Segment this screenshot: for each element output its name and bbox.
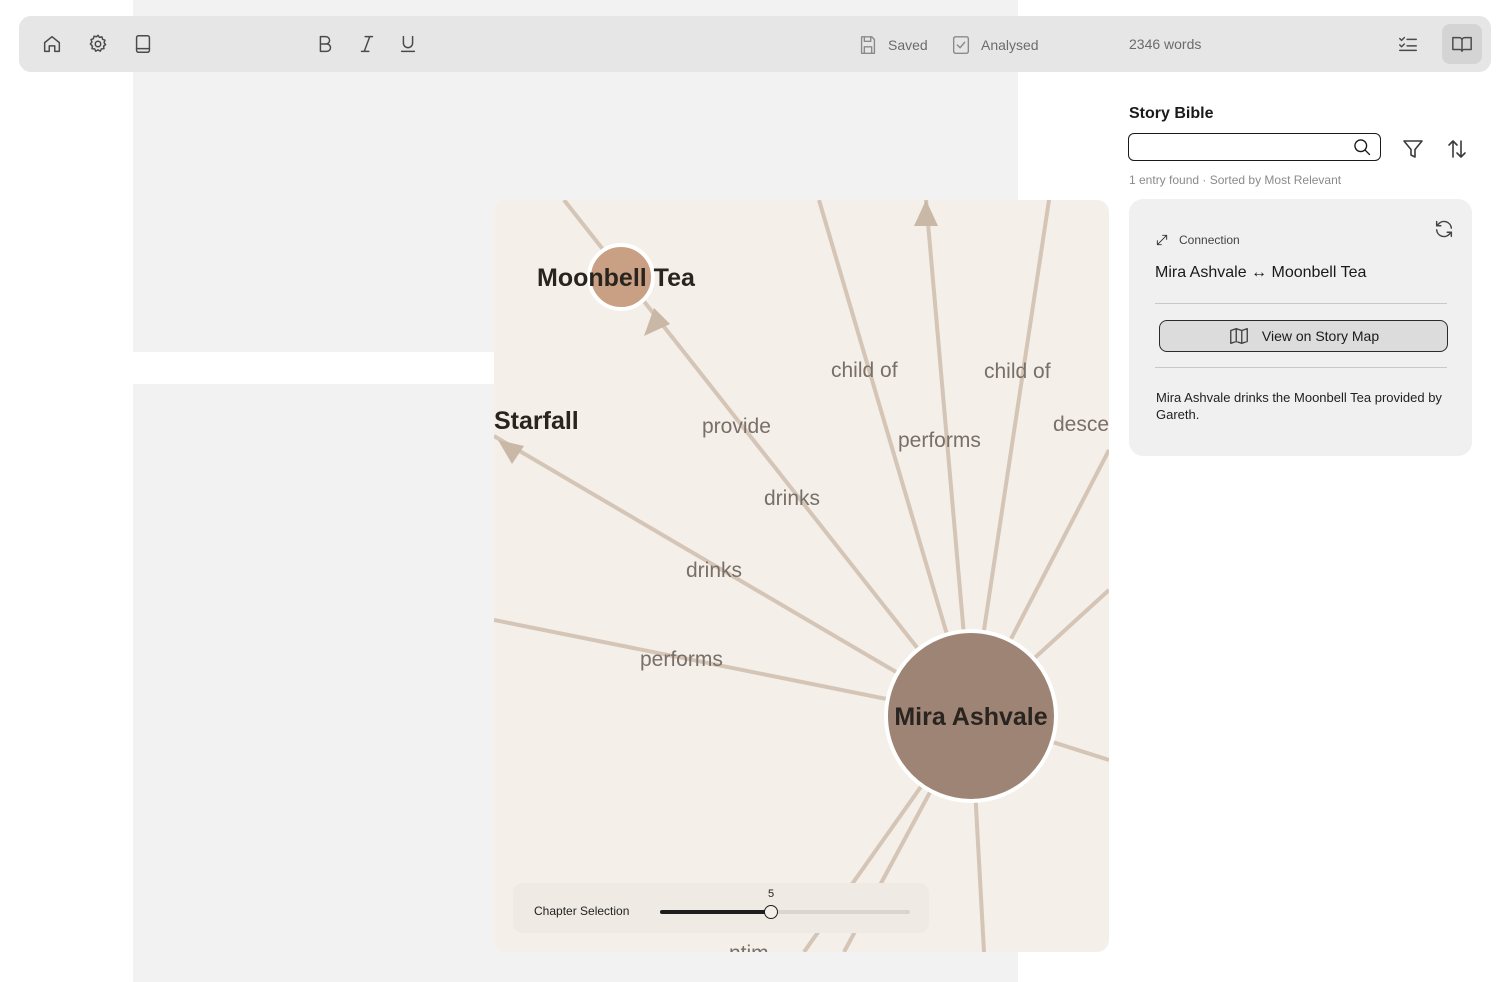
bold-button[interactable] [305,24,345,64]
italic-icon [360,35,374,53]
story-map-panel[interactable]: child of child of provide performs desce… [494,200,1109,952]
sort-icon [1448,140,1466,158]
checklist-button[interactable] [1388,24,1428,64]
underline-button[interactable] [388,24,428,64]
card-type: Connection [1155,233,1240,247]
edge-label: performs [640,648,723,671]
filter-icon [1403,140,1423,158]
book-icon [135,35,151,53]
filter-button[interactable] [1399,135,1427,163]
view-on-story-map-button[interactable]: View on Story Map [1159,320,1448,352]
chapter-slider-fill [660,910,772,914]
top-toolbar: Saved Analysed 2346 words [19,16,1491,72]
story-bible-search[interactable] [1128,133,1381,161]
node-mira-ashvale[interactable]: Mira Ashvale [884,629,1058,803]
chapter-slider-track[interactable]: 5 [660,888,910,919]
settings-button[interactable] [78,24,118,64]
view-on-story-map-label: View on Story Map [1261,328,1380,344]
connection-card: Connection Mira Ashvale ↔ Moonbell Tea V… [1129,199,1472,456]
home-button[interactable] [32,24,72,64]
chapter-slider-value: 5 [768,888,775,900]
sort-button[interactable] [1443,135,1471,163]
open-book-icon [1452,36,1472,53]
saved-label: Saved [888,37,928,53]
edge-label: ntim [729,942,769,952]
map-icon [1229,327,1248,345]
edge-label: drinks [764,487,820,510]
node-moonbell-tea[interactable]: Moonbell Tea [537,243,696,311]
book-button[interactable] [123,24,163,64]
story-bible-toggle[interactable] [1442,24,1482,64]
edge-label: desce [1053,413,1109,436]
search-icon[interactable] [1352,137,1372,157]
edge-label: performs [898,429,981,452]
word-count: 2346 words [1129,36,1202,52]
node-label-moonbell: Moonbell Tea [537,264,696,292]
save-icon [860,36,876,54]
underline-icon [400,35,416,53]
analysed-check-icon [952,36,970,54]
card-title: Mira Ashvale ↔ Moonbell Tea [1155,264,1367,281]
edge-label: drinks [686,559,742,582]
gear-icon [89,34,107,52]
refresh-button[interactable] [1430,215,1458,243]
card-description: Mira Ashvale drinks the Moonbell Tea pro… [1156,390,1442,422]
analysed-status: Analysed [950,34,1039,56]
chapter-selection-label: Chapter Selection [534,904,630,918]
node-starfall[interactable]: Starfall [494,407,579,435]
card-divider [1155,367,1447,368]
saved-status: Saved [857,34,928,56]
checklist-icon [1399,36,1417,52]
search-input[interactable] [1137,137,1347,157]
story-map-graph[interactable]: child of child of provide performs desce… [494,200,1109,952]
refresh-icon [1435,220,1453,238]
node-label-mira: Mira Ashvale [894,703,1047,731]
edge-label: child of [984,360,1051,383]
connection-arrows-icon [1156,234,1168,246]
analysed-label: Analysed [981,37,1039,53]
card-divider [1155,303,1447,304]
chapter-slider-thumb[interactable] [764,905,779,919]
bold-icon [319,35,332,53]
arrowhead-top [914,200,938,226]
italic-button[interactable] [347,24,387,64]
chapter-selection-control: Chapter Selection 5 [513,883,929,933]
node-label-starfall: Starfall [494,407,579,435]
edge-label: child of [831,359,898,382]
graph-edges [494,200,1109,952]
result-summary: 1 entry found · Sorted by Most Relevant [1129,173,1342,187]
story-bible-title: Story Bible [1129,105,1214,122]
card-type-label: Connection [1179,233,1240,247]
edge-label: provide [702,415,771,438]
home-icon [43,35,61,53]
